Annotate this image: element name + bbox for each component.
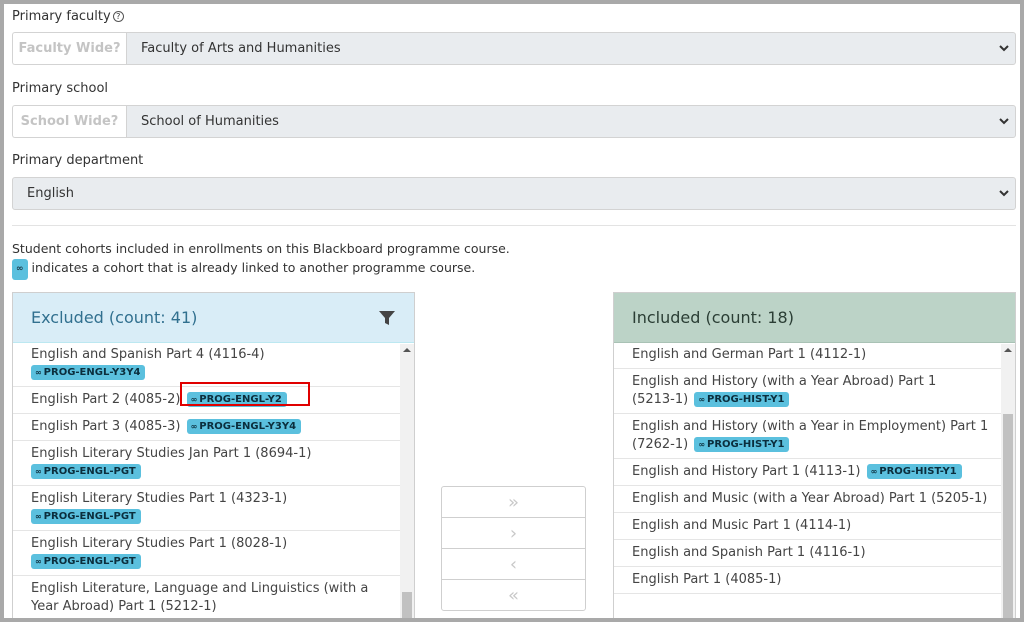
help-icon[interactable]: ? (112, 11, 124, 22)
window: Primary faculty? Faculty Wide? Faculty o… (4, 4, 1020, 618)
school-row: School Wide? School of Humanities (12, 105, 1016, 138)
chevron-down-icon (999, 45, 1009, 52)
info-text: Student cohorts included in enrollments … (12, 239, 510, 280)
list-item[interactable]: English and Music Part 1 (4114-1) (614, 513, 1015, 540)
cohort-tag: ∞ PROG-ENGL-Y3Y4 (186, 419, 302, 434)
faculty-row: Faculty Wide? Faculty of Arts and Humani… (12, 32, 1016, 65)
included-title: Included (count: 18) (632, 308, 794, 327)
exclude-all-button[interactable]: « (441, 579, 586, 611)
exclude-button[interactable]: ‹ (441, 548, 586, 580)
excluded-panel: Excluded (count: 41) English and Spanish… (12, 292, 415, 618)
include-all-button[interactable]: » (441, 486, 586, 518)
transfer-buttons: » › ‹ « (441, 486, 586, 611)
list-item[interactable]: English Part 3 (4085-3) ∞ PROG-ENGL-Y3Y4 (13, 414, 414, 441)
cohort-tag: ∞ PROG-ENGL-PGT (31, 464, 141, 479)
cohort-tag: ∞ PROG-HIST-Y1 (694, 437, 790, 452)
included-header: Included (count: 18) (614, 293, 1015, 343)
faculty-label: Primary faculty? (12, 9, 124, 24)
list-item[interactable]: English and Spanish Part 1 (4116-1) (614, 540, 1015, 567)
list-item[interactable]: English Literary Studies Jan Part 1 (869… (13, 441, 414, 486)
cohort-tag: ∞ PROG-ENGL-PGT (31, 509, 141, 524)
list-item[interactable]: English and History (with a Year in Empl… (614, 414, 1015, 459)
list-item[interactable]: English and History (with a Year Abroad)… (614, 369, 1015, 414)
cohort-tag: ∞ PROG-HIST-Y1 (694, 392, 790, 407)
list-item[interactable]: English Literary Studies Part 1 (8028-1)… (13, 531, 414, 576)
chevron-down-icon (999, 190, 1009, 197)
list-item[interactable]: English Literature, Language and Linguis… (13, 576, 414, 618)
included-scrollbar[interactable] (1001, 344, 1015, 618)
include-button[interactable]: › (441, 517, 586, 549)
chevron-down-icon (999, 118, 1009, 125)
excluded-title: Excluded (count: 41) (31, 308, 198, 327)
list-item[interactable]: English and German Part 1 (4112-1) (614, 344, 1015, 369)
school-select[interactable]: School of Humanities (126, 105, 1016, 138)
included-list: English and German Part 1 (4112-1) Engli… (614, 344, 1015, 618)
list-item[interactable]: English Part 1 (4085-1) (614, 567, 1015, 594)
department-label: Primary department (12, 153, 144, 168)
school-wide-toggle[interactable]: School Wide? (12, 105, 126, 138)
list-item[interactable]: English Literary Studies Part 1 (4323-1)… (13, 486, 414, 531)
divider (12, 225, 1016, 226)
department-row: English (12, 177, 1016, 210)
excluded-scrollbar[interactable] (400, 344, 414, 618)
list-item[interactable]: English and Music (with a Year Abroad) P… (614, 486, 1015, 513)
department-select[interactable]: English (12, 177, 1016, 210)
faculty-wide-toggle[interactable]: Faculty Wide? (12, 32, 126, 65)
list-item[interactable]: English and History Part 1 (4113-1) ∞ PRO… (614, 459, 1015, 486)
list-item[interactable]: English and Spanish Part 4 (4116-4) ∞ PRO… (13, 344, 414, 387)
scroll-thumb[interactable] (402, 592, 412, 618)
link-icon: ∞ (12, 259, 28, 280)
highlight-box (180, 382, 310, 406)
faculty-select[interactable]: Faculty of Arts and Humanities (126, 32, 1016, 65)
included-panel: Included (count: 18) English and German … (613, 292, 1016, 618)
scroll-up-icon[interactable] (1004, 348, 1012, 352)
scroll-up-icon[interactable] (403, 348, 411, 352)
school-label: Primary school (12, 81, 109, 96)
scroll-thumb[interactable] (1003, 414, 1013, 618)
cohort-tag: ∞ PROG-ENGL-PGT (31, 554, 141, 569)
cohort-tag: ∞ PROG-ENGL-Y3Y4 (31, 365, 146, 380)
filter-icon[interactable] (378, 309, 396, 327)
cohort-tag: ∞ PROG-HIST-Y1 (866, 464, 962, 479)
excluded-header: Excluded (count: 41) (13, 293, 414, 343)
